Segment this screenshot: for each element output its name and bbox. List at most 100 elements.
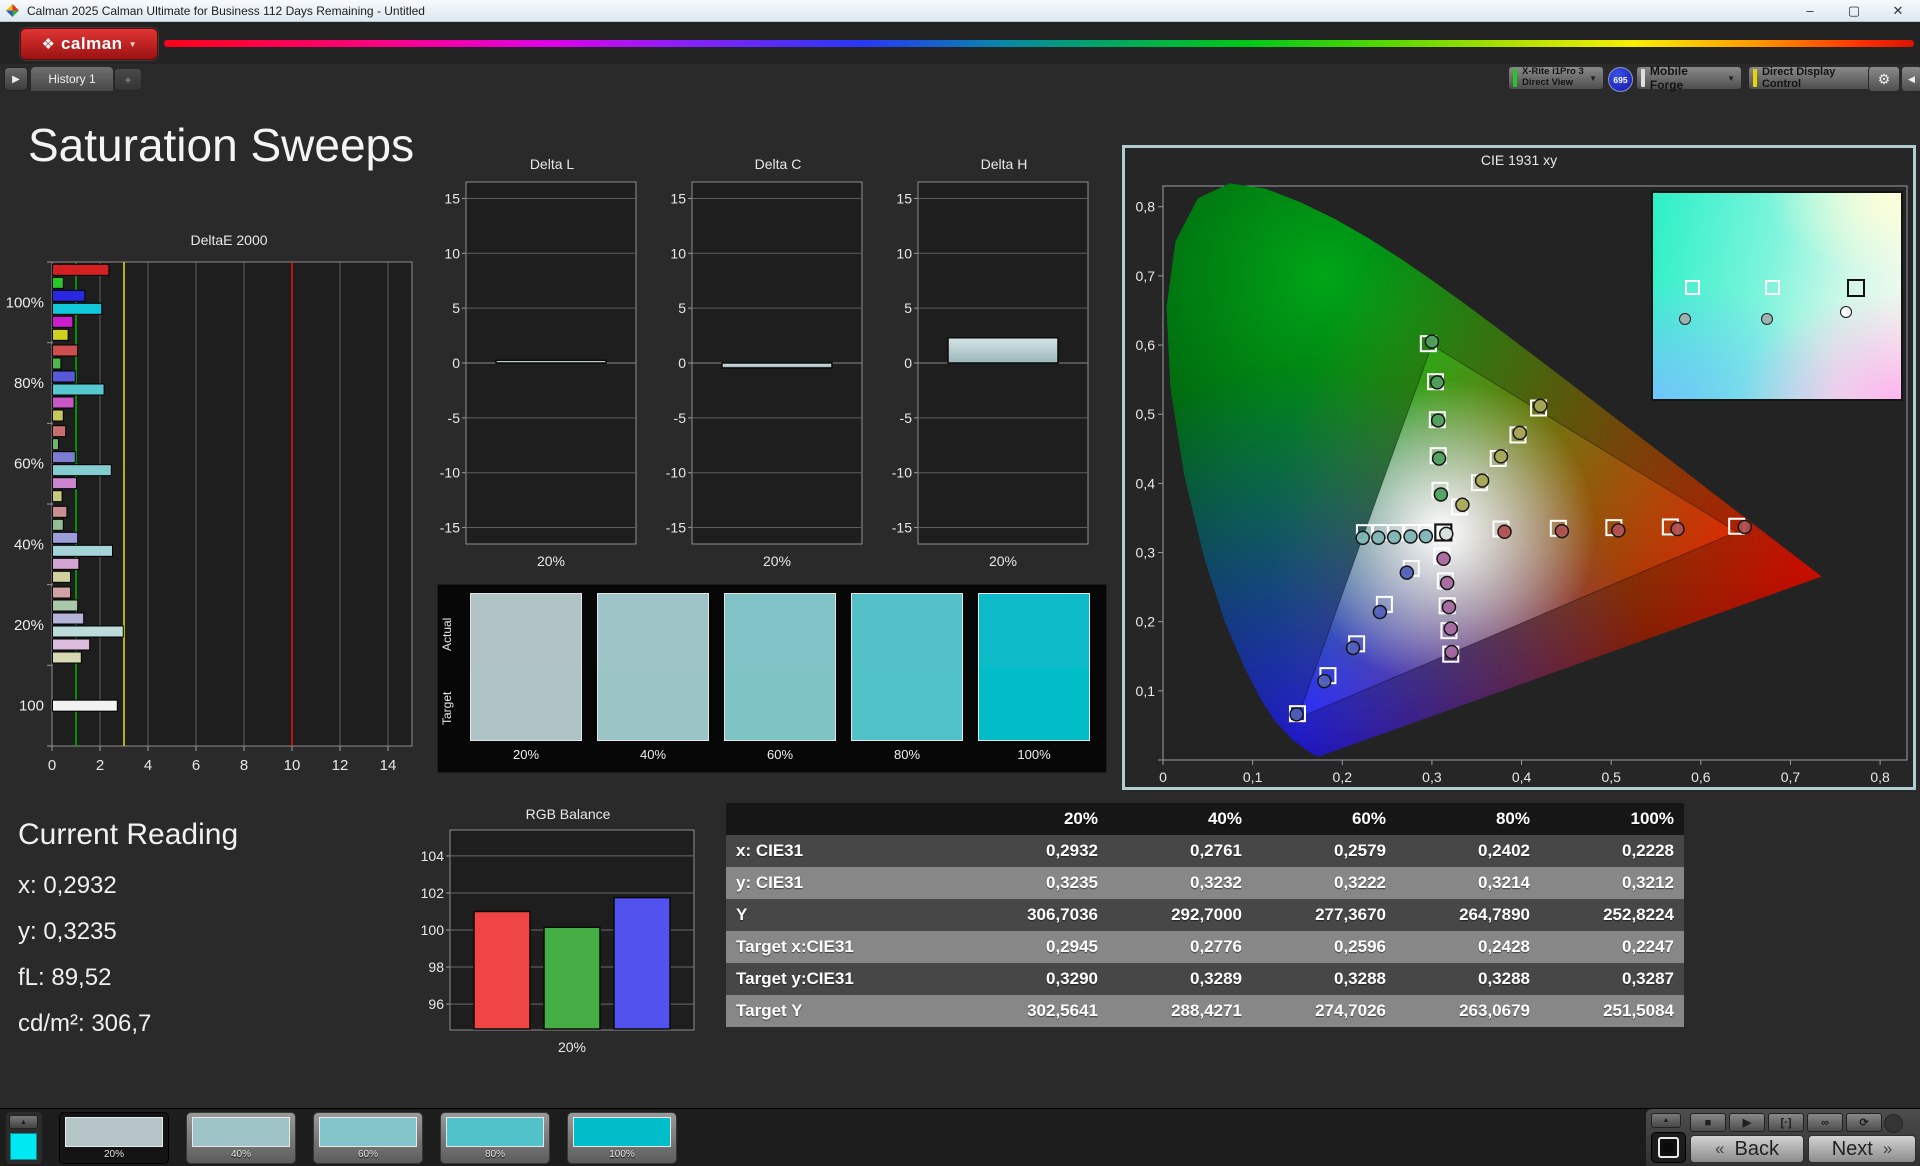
patch-options-button[interactable]: ▲ <box>9 1115 38 1129</box>
measured-dot <box>1289 707 1304 722</box>
deltae-bar <box>52 315 74 328</box>
table-cell: 0,2596 <box>1252 931 1396 963</box>
stop-measuring-button[interactable] <box>1651 1132 1686 1163</box>
measured-dot <box>1424 334 1440 349</box>
deltae-bar <box>52 699 118 712</box>
inset-measured-dot <box>1840 306 1853 319</box>
svg-text:10: 10 <box>284 757 301 774</box>
patch-button-100%[interactable]: 100% <box>567 1112 677 1164</box>
deltae-bar <box>52 344 79 357</box>
target-row-label: Target <box>440 691 454 725</box>
svg-text:-15: -15 <box>440 520 460 536</box>
inset-measured-dot <box>1761 312 1774 325</box>
table-cell: 0,3290 <box>964 963 1108 995</box>
transport-options-button[interactable]: ▲ <box>1651 1113 1681 1128</box>
svg-text:20%: 20% <box>989 553 1017 569</box>
measured-dot <box>1493 449 1509 464</box>
table-cell: 0,2761 <box>1108 835 1252 867</box>
continuous-button[interactable]: ∞ <box>1807 1113 1843 1132</box>
back-button[interactable]: « Back <box>1690 1135 1804 1163</box>
minimize-button[interactable]: – <box>1788 0 1832 21</box>
table-col-header: 100% <box>1540 803 1684 835</box>
inset-target-square <box>1847 278 1866 297</box>
swatch-100% <box>978 593 1090 741</box>
svg-text:-10: -10 <box>666 465 686 481</box>
svg-text:6: 6 <box>192 757 200 774</box>
calman-menu-button[interactable]: ❖ calman ▼ <box>20 28 158 60</box>
status-led <box>1884 1114 1903 1133</box>
table-corner <box>726 803 964 835</box>
table-col-header: 20% <box>964 803 1108 835</box>
svg-text:96: 96 <box>428 996 444 1012</box>
rgb-balance-title: RGB Balance <box>525 806 611 822</box>
svg-text:-10: -10 <box>892 465 912 481</box>
svg-text:20%: 20% <box>763 553 791 569</box>
inset-target-square <box>1685 280 1701 296</box>
table-cell: 263,0679 <box>1396 995 1540 1027</box>
source-button[interactable]: Mobile Forge ▼ <box>1636 64 1742 92</box>
expand-tabs-button[interactable]: ▶ <box>4 67 28 91</box>
next-button[interactable]: Next » <box>1808 1135 1916 1163</box>
delta-l-chart: -15 -10 -5 0 5 10 15 20% <box>440 181 637 569</box>
meter-button[interactable]: X-Rite i1Pro 3 Direct View ▼ <box>1508 66 1604 90</box>
patch-button-60%[interactable]: 60% <box>313 1112 423 1164</box>
patch-button-40%[interactable]: 40% <box>186 1112 296 1164</box>
deltae-bar <box>52 289 86 302</box>
svg-text:-5: -5 <box>674 410 687 426</box>
table-row: x: CIE31 0,2932 0,2761 0,2579 0,2402 0,2228 <box>726 835 1684 867</box>
table-row-label: x: CIE31 <box>726 835 964 867</box>
back-label: Back <box>1734 1137 1779 1160</box>
measured-dot <box>1431 451 1447 466</box>
toolbar: ▶ History 1 + X-Rite i1Pro 3 Direct View… <box>0 64 1920 92</box>
table-cell: 302,5641 <box>964 995 1108 1027</box>
patch-chip <box>65 1117 163 1147</box>
table-cell: 277,3670 <box>1252 899 1396 931</box>
stop-button[interactable]: ■ <box>1690 1113 1726 1132</box>
play-button[interactable]: ▶ <box>1729 1113 1765 1132</box>
svg-text:100: 100 <box>19 698 44 715</box>
patch-button-20%[interactable]: 20% <box>59 1112 169 1164</box>
tab-history-1[interactable]: History 1 <box>30 66 114 92</box>
delta-bar <box>947 337 1059 364</box>
measured-dot <box>1345 640 1361 656</box>
svg-text:5: 5 <box>452 300 460 316</box>
measured-dot <box>1554 523 1570 539</box>
single-read-button[interactable]: [·] <box>1768 1113 1804 1132</box>
deltae-bar <box>52 328 69 341</box>
deltae-bar <box>52 505 68 518</box>
svg-text:5: 5 <box>904 300 912 316</box>
measured-dot <box>1418 529 1434 544</box>
deltae-bar <box>52 370 76 383</box>
deltae-2000-chart: 100% 80% 60% 40% 20% 100 0 2 4 6 8 10 12 14 <box>6 261 413 774</box>
loop-button[interactable]: ⟳ <box>1846 1113 1882 1132</box>
patch-label: 100% <box>609 1149 635 1160</box>
maximize-button[interactable]: ▢ <box>1832 0 1876 21</box>
delta-bar <box>495 359 607 364</box>
bottom-bar: ▲ 20% 40% 60% 80% 100% ▲ ■ ▶ [·] ∞ ⟳ « Back Next… <box>0 1108 1920 1166</box>
svg-text:-5: -5 <box>448 410 461 426</box>
svg-text:20%: 20% <box>14 617 44 634</box>
svg-text:0,5: 0,5 <box>1136 406 1156 422</box>
deltae-bar <box>52 477 77 490</box>
measurement-table: 20% 40% 60% 80% 100% x: CIE31 0,2932 0,2761 0,25… <box>726 803 1684 1027</box>
collapse-panel-button[interactable]: ◀ <box>1901 66 1920 92</box>
svg-text:0: 0 <box>452 355 460 371</box>
window-title: Calman 2025 Calman Ultimate for Business… <box>27 3 425 18</box>
svg-text:0,7: 0,7 <box>1136 268 1156 284</box>
patch-preview-panel: ▲ <box>6 1112 42 1164</box>
deltae-bar <box>52 464 112 477</box>
swatch-label: 100% <box>1017 747 1051 762</box>
source-label: Mobile Forge <box>1649 64 1688 92</box>
svg-text:-5: -5 <box>900 410 913 426</box>
actual-target-swatch-panel: Actual Target 20% 40% 60% 80% 100% <box>437 584 1107 773</box>
rainbow-gradient-bar <box>164 40 1914 47</box>
patch-button-80%[interactable]: 80% <box>440 1112 550 1164</box>
rgb-bar <box>613 896 671 1030</box>
measured-dot <box>1436 551 1451 567</box>
window-titlebar: Calman 2025 Calman Ultimate for Business… <box>0 0 1920 22</box>
settings-gear-button[interactable]: ⚙ <box>1868 66 1900 92</box>
add-tab-button[interactable]: + <box>114 68 142 91</box>
deltae-bar <box>52 625 124 638</box>
close-button[interactable]: ✕ <box>1876 0 1920 21</box>
measured-dot <box>1444 644 1459 660</box>
